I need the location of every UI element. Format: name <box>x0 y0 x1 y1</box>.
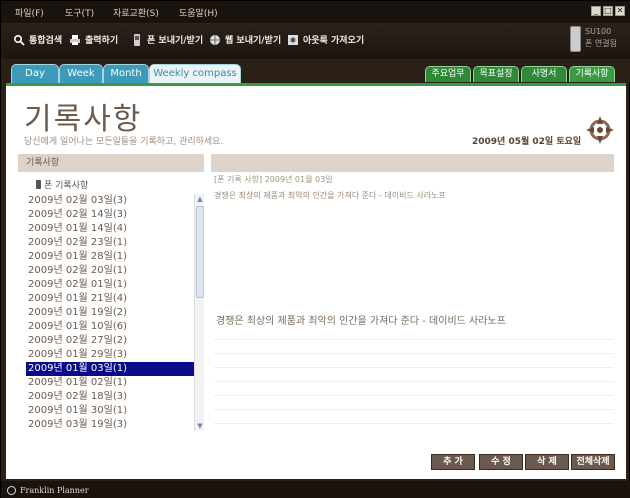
record-date-item[interactable]: 2009년 02월 14일(3) <box>26 208 194 222</box>
record-date-item[interactable]: 2009년 02월 23일(1) <box>26 236 194 250</box>
status-bar-label: Franklin Planner <box>20 485 89 495</box>
minimize-button[interactable]: _ <box>591 6 601 16</box>
tab-mission-statement[interactable]: 사명서 <box>521 66 567 82</box>
delete-button[interactable]: 삭 제 <box>525 454 569 470</box>
printer-icon <box>70 34 80 45</box>
menu-tools[interactable]: 도구(T) <box>65 6 94 19</box>
left-panel-header: 기록사항 <box>18 154 204 172</box>
outlook-import-label: 아웃룩 가져오기 <box>303 36 365 46</box>
app-window: 파일(F) 도구(T) 자료교환(S) 도움말(H) _ □ ✕ 통합검색 출력… <box>0 0 630 498</box>
edit-button[interactable]: 수 정 <box>479 454 523 470</box>
page-subtitle: 당신에게 일어나는 모든일들을 기록하고, 관리하세요. <box>24 137 224 147</box>
toolbar: 통합검색 출력하기 폰 보내기/받기 웹 보내기/받기 아웃룩 가져오기 SU1… <box>1 23 630 59</box>
record-lines <box>214 326 614 424</box>
record-date-item[interactable]: 2009년 01월 19일(2) <box>26 306 194 320</box>
search-button[interactable]: 통합검색 <box>13 33 62 46</box>
device-connection-status: 폰 연결됨 <box>585 39 617 48</box>
globe-icon <box>210 34 220 45</box>
phone-sync-label: 폰 보내기/받기 <box>147 36 204 46</box>
maximize-button[interactable]: □ <box>603 6 613 16</box>
scroll-up-arrow-icon[interactable]: ▲ <box>195 194 205 204</box>
print-label: 출력하기 <box>85 36 119 46</box>
web-sync-label: 웹 보내기/받기 <box>225 36 282 46</box>
record-date-list: 2009년 02월 03일(3) 2009년 02월 14일(3) 2009년 01… <box>26 194 194 431</box>
record-date-item[interactable]: 2009년 03월 19일(3) <box>26 418 194 431</box>
device-phone-icon <box>570 26 582 52</box>
menu-help[interactable]: 도움말(H) <box>179 6 218 19</box>
device-status: SU100 폰 연결됨 <box>570 26 617 52</box>
phone-records-label: 폰 기록사항 <box>44 181 89 191</box>
page-title: 기록사항 <box>24 102 143 137</box>
record-date-item[interactable]: 2009년 02월 18일(3) <box>26 390 194 404</box>
list-scrollbar[interactable]: ▲ ▼ <box>194 194 204 431</box>
record-date-item[interactable]: 2009년 02월 27일(2) <box>26 334 194 348</box>
tab-goal-setting[interactable]: 목표설정 <box>473 66 519 82</box>
phone-records-node[interactable]: 폰 기록사항 <box>36 178 88 191</box>
record-date-item[interactable]: 2009년 01월 10일(6) <box>26 320 194 334</box>
print-button[interactable]: 출력하기 <box>69 33 118 46</box>
menu-file[interactable]: 파일(F) <box>15 6 44 19</box>
right-panel-header <box>211 154 614 172</box>
record-date-item[interactable]: 2009년 01월 03일(1) <box>26 362 194 376</box>
record-date-item[interactable]: 2009년 02월 01일(1) <box>26 278 194 292</box>
phone-sync-button[interactable]: 폰 보내기/받기 <box>131 33 203 46</box>
scrollbar-thumb[interactable] <box>196 206 204 298</box>
tab-week[interactable]: Week <box>59 64 103 83</box>
device-model: SU100 <box>585 27 612 36</box>
record-preview-text: 경쟁은 최상의 제품과 최악의 인간을 가져다 준다 - 데이비드 사라노프 <box>214 191 446 200</box>
record-date-item[interactable]: 2009년 01월 21일(4) <box>26 292 194 306</box>
delete-all-button[interactable]: 전체삭제 <box>571 454 615 470</box>
franklin-logo-icon <box>7 485 16 495</box>
tab-day[interactable]: Day <box>11 64 59 83</box>
outlook-icon <box>288 34 298 45</box>
tab-month[interactable]: Month <box>103 64 149 83</box>
scroll-down-arrow-icon[interactable]: ▼ <box>195 421 205 431</box>
record-date-item[interactable]: 2009년 01월 02일(1) <box>26 376 194 390</box>
tabs-row: Day Week Month Weekly compass 주요업무 목표설정 … <box>1 59 630 83</box>
phone-icon <box>36 180 41 189</box>
search-icon <box>13 34 25 46</box>
status-bar: Franklin Planner <box>1 481 630 498</box>
records-page: 기록사항 당신에게 일어나는 모든일들을 기록하고, 관리하세요. 2009년 … <box>6 83 626 479</box>
menu-data-exchange[interactable]: 자료교환(S) <box>113 6 159 19</box>
window-controls: _ □ ✕ <box>591 6 625 16</box>
mobile-phone-icon <box>134 33 140 46</box>
web-sync-button[interactable]: 웹 보내기/받기 <box>209 33 281 46</box>
tab-records[interactable]: 기록사항 <box>569 66 615 82</box>
close-button[interactable]: ✕ <box>615 6 625 16</box>
search-label: 통합검색 <box>29 36 63 46</box>
record-date-item[interactable]: 2009년 02월 03일(3) <box>26 194 194 208</box>
add-button[interactable]: 추 가 <box>431 454 475 470</box>
record-date-item[interactable]: 2009년 01월 30일(1) <box>26 404 194 418</box>
compass-icon <box>586 116 614 144</box>
record-breadcrumb: [폰 기록 사항] 2009년 01월 03일 <box>214 175 333 184</box>
tab-weekly-compass[interactable]: Weekly compass <box>149 64 241 83</box>
record-date-item[interactable]: 2009년 01월 29일(3) <box>26 348 194 362</box>
record-body-text[interactable]: 경쟁은 최상의 제품과 최악의 인간을 가져다 준다 - 데이비드 사라노프 <box>216 312 506 327</box>
tab-key-tasks[interactable]: 주요업무 <box>425 66 471 82</box>
current-date: 2009년 05월 02일 토요일 <box>472 137 582 147</box>
outlook-import-button[interactable]: 아웃룩 가져오기 <box>287 33 364 46</box>
menu-bar: 파일(F) 도구(T) 자료교환(S) 도움말(H) _ □ ✕ <box>1 1 630 23</box>
record-date-item[interactable]: 2009년 01월 14일(4) <box>26 222 194 236</box>
record-date-item[interactable]: 2009년 02월 20일(1) <box>26 264 194 278</box>
record-date-item[interactable]: 2009년 01월 28일(1) <box>26 250 194 264</box>
